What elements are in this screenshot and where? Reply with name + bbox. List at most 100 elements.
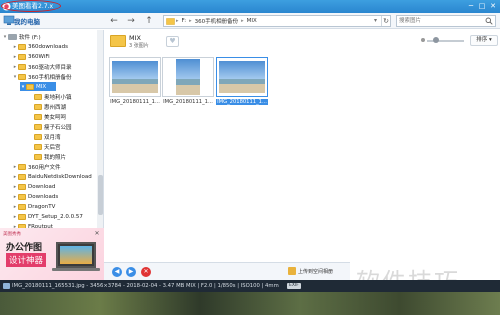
tree-item-label: 天后宫 xyxy=(44,144,61,151)
photo-sky xyxy=(219,61,265,81)
tree-item[interactable]: ▸ Downloads xyxy=(12,192,58,201)
toolbar: 我的电脑 ← → ↑ ▸ F: ▸ 360手机相册备份 ▸ MIX ▾ ↻ xyxy=(0,13,500,29)
photo-beach xyxy=(219,84,265,93)
thumbnail-item[interactable]: IMG_20180111_1... xyxy=(162,57,214,109)
tree-item[interactable]: 奥地利小镇 xyxy=(34,92,72,101)
title-bar: 美图看看 2.7.x ─ □ ✕ xyxy=(0,0,500,13)
delete-button[interactable]: ✕ xyxy=(141,267,151,277)
thumbnail-item-selected[interactable]: IMG_20180111_1... xyxy=(216,57,268,109)
window-controls: ─ □ ✕ xyxy=(466,1,498,12)
tree-item-label: 我的照片 xyxy=(44,154,67,161)
tree-item[interactable]: ▸ 360用户文件 xyxy=(12,162,61,171)
tree-item[interactable]: ▸ 360WiFi xyxy=(12,52,50,61)
scrollbar-thumb[interactable] xyxy=(98,175,103,215)
folder-icon xyxy=(26,83,34,90)
tree-item[interactable]: ▸ Download xyxy=(12,182,55,191)
tree-item-label: 360用户文件 xyxy=(28,164,61,171)
folder-icon xyxy=(18,173,26,180)
tree-item[interactable]: 我的照片 xyxy=(34,152,66,161)
sidebar-scrollbar[interactable] xyxy=(97,30,103,228)
folder-icon xyxy=(34,133,42,140)
ad-banner[interactable]: 美图秀秀 办公作图 设计神器 ✕ xyxy=(0,228,104,280)
tree-item[interactable]: ▸ DYT_Setup_2.0.0.57 xyxy=(12,212,83,221)
breadcrumb-backup-folder[interactable]: 360手机相册备份 xyxy=(193,17,241,25)
thumbnail-pane: MIX 3 张图片 ♥ 排序 ▾ IMG_20180111_1... IMG_2… xyxy=(104,30,500,262)
favorite-button[interactable]: ♥ xyxy=(166,36,179,47)
path-dropdown-icon[interactable]: ▾ xyxy=(371,16,380,26)
back-button[interactable]: ← xyxy=(108,15,120,27)
folder-icon xyxy=(34,113,42,120)
laptop-illustration xyxy=(56,242,96,268)
ad-headline: 办公作图 xyxy=(6,243,43,253)
tree-item-label: 360手机相册备份 xyxy=(28,74,72,81)
folder-icon xyxy=(34,93,42,100)
thumbnail-label: IMG_20180111_1... xyxy=(110,99,160,105)
tree-item-label: DragonTV xyxy=(28,203,56,210)
tree-item[interactable]: ▾ 360手机相册备份 xyxy=(12,72,72,81)
tree-item[interactable]: ▸ BaiduNetdiskDownload xyxy=(12,172,92,181)
photo-beach xyxy=(176,84,200,95)
sort-button[interactable]: 排序 ▾ xyxy=(470,35,498,46)
up-button[interactable]: ↑ xyxy=(143,15,155,27)
folder-icon xyxy=(18,63,26,70)
thumbnail-label: IMG_20180111_1... xyxy=(216,99,268,105)
folder-icon xyxy=(34,123,42,130)
forward-button[interactable]: → xyxy=(125,15,137,27)
upload-to-album-button[interactable]: 上传到空间相册 xyxy=(288,266,350,277)
folder-icon xyxy=(18,213,26,220)
status-bar: IMG_20180111_165531.jpg - 3456×3784 - 20… xyxy=(0,280,500,292)
tree-item[interactable]: 美女呵呵 xyxy=(34,112,66,121)
breadcrumb-drive[interactable]: F: xyxy=(180,18,189,24)
tree-item[interactable]: 瘦子石公园 xyxy=(34,122,72,131)
tree-item[interactable]: ▸ 360downloads xyxy=(12,42,68,51)
status-text: IMG_20180111_165531.jpg - 3456×3784 - 20… xyxy=(12,283,279,289)
zoom-out-icon[interactable] xyxy=(421,38,425,42)
tree-item-label: MIX xyxy=(36,83,47,90)
thumbnail-label: IMG_20180111_1... xyxy=(163,99,213,105)
sidebar-header[interactable]: 我的电脑 xyxy=(14,16,40,26)
rotate-right-button[interactable]: ▶ xyxy=(126,267,136,277)
tree-item[interactable]: 惠州西湖 xyxy=(34,102,66,111)
thumbnail-item[interactable]: IMG_20180111_1... xyxy=(109,57,161,109)
zoom-slider-thumb[interactable] xyxy=(433,37,439,43)
search-input[interactable] xyxy=(399,16,479,26)
tree-item-label: 360驱动大师目录 xyxy=(28,64,72,71)
image-count: 3 张图片 xyxy=(129,43,149,49)
thumbnail-frame xyxy=(216,57,268,97)
folder-icon xyxy=(18,163,26,170)
refresh-icon[interactable]: ↻ xyxy=(381,16,390,26)
folder-icon xyxy=(18,73,26,80)
tree-item-label: Downloads xyxy=(28,193,59,200)
tree-item-drive-f[interactable]: ▾ 软件 (F:) xyxy=(2,32,41,41)
desktop-background xyxy=(0,292,500,315)
thumbnail-frame xyxy=(109,57,161,97)
upload-icon xyxy=(288,267,296,275)
folder-icon xyxy=(166,18,175,25)
image-file-icon xyxy=(3,283,10,289)
close-button[interactable]: ✕ xyxy=(488,1,498,12)
tree-item-mix-selected[interactable]: ▾ MIX xyxy=(20,82,56,91)
tree-item-label: BaiduNetdiskDownload xyxy=(28,173,92,180)
tree-item-label: Download xyxy=(28,183,56,190)
folder-icon xyxy=(18,53,26,60)
address-bar[interactable]: ▸ F: ▸ 360手机相册备份 ▸ MIX ▾ ↻ xyxy=(163,15,391,27)
current-folder-name: MIX xyxy=(129,34,141,42)
beach-photo xyxy=(176,59,200,95)
minimize-button[interactable]: ─ xyxy=(466,1,476,12)
folder-icon xyxy=(18,183,26,190)
ad-close-icon[interactable]: ✕ xyxy=(93,230,101,238)
tree-item[interactable]: 天后宫 xyxy=(34,142,61,151)
breadcrumb-mix[interactable]: MIX xyxy=(245,18,259,24)
tree-item[interactable]: 双月湾 xyxy=(34,132,61,141)
tree-item-label: 360downloads xyxy=(28,43,68,50)
exif-badge[interactable]: EXIF xyxy=(287,283,301,289)
tree-item[interactable]: ▸ 360驱动大师目录 xyxy=(12,62,72,71)
search-icon[interactable] xyxy=(485,17,493,25)
beach-photo xyxy=(219,61,265,93)
maximize-button[interactable]: □ xyxy=(477,1,487,12)
ad-subheadline: 设计神器 xyxy=(6,253,47,267)
tree-item[interactable]: ▸ DragonTV xyxy=(12,202,55,211)
ad-brand-label: 美图秀秀 xyxy=(3,232,21,237)
rotate-left-button[interactable]: ◀ xyxy=(112,267,122,277)
tree-item-label: 奥地利小镇 xyxy=(44,94,72,101)
